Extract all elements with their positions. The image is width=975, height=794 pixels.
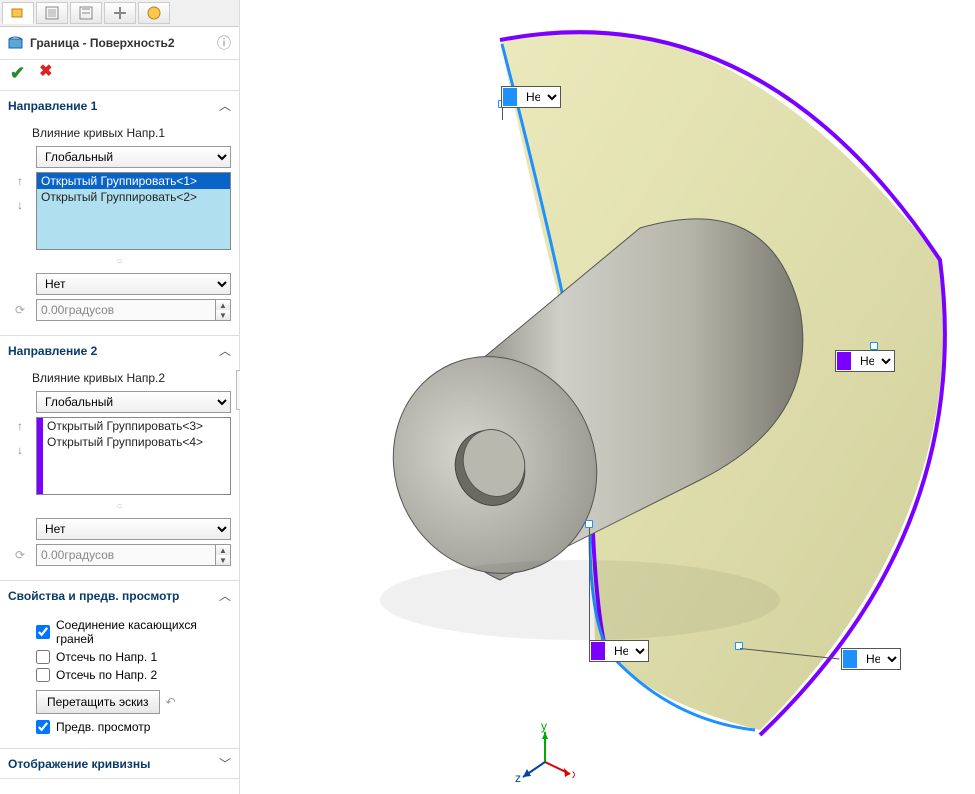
tab-3[interactable] (70, 2, 102, 24)
feature-tabs (0, 0, 239, 27)
section-direction1-header[interactable]: Направление 1 ︿ (0, 91, 239, 120)
callout-tangency-select[interactable]: Нет (518, 87, 560, 107)
dir2-tangency[interactable]: Нет (36, 518, 231, 540)
callout-tangency-select[interactable]: Нет (606, 641, 648, 661)
merge-tangent-checkbox[interactable] (36, 625, 50, 639)
preview-checkbox[interactable] (36, 720, 50, 734)
cancel-button[interactable]: ✖ (39, 64, 52, 82)
dir1-tangency[interactable]: Нет (36, 273, 231, 295)
dir2-move-up[interactable]: ↑ (11, 417, 29, 435)
dir1-angle-down[interactable]: ▼ (216, 310, 230, 320)
dir2-angle-down[interactable]: ▼ (216, 555, 230, 565)
tangency-callout[interactable]: Нет (835, 350, 895, 372)
feature-header: Граница - Поверхность2 ⓘ (0, 27, 239, 60)
dir1-move-down[interactable]: ↓ (11, 196, 29, 214)
dir1-angle-up[interactable]: ▲ (216, 300, 230, 310)
trim-dir1-label: Отсечь по Напр. 1 (56, 650, 157, 664)
tab-2[interactable] (36, 2, 68, 24)
dir1-influence-mode[interactable]: Глобальный (36, 146, 231, 168)
svg-text:x: x (572, 767, 575, 781)
tangency-callout[interactable]: Нет (589, 640, 649, 662)
list-item[interactable]: Открытый Группировать<4> (43, 434, 230, 450)
trim-dir2-label: Отсечь по Напр. 2 (56, 668, 157, 682)
boundary-surface-icon (8, 35, 24, 51)
list-item[interactable]: Открытый Группировать<1> (37, 173, 230, 189)
resize-dots[interactable]: ○ (8, 499, 231, 514)
section-options-header[interactable]: Свойства и предв. просмотр ︿ (0, 581, 239, 610)
list-item[interactable]: Открытый Группировать<2> (37, 189, 230, 205)
dir1-curves-list[interactable]: Открытый Группировать<1> Открытый Группи… (36, 172, 231, 250)
view-triad[interactable]: x y z (515, 722, 575, 782)
svg-text:y: y (541, 722, 547, 733)
tab-feature[interactable] (2, 2, 34, 24)
dir2-move-down[interactable]: ↓ (11, 441, 29, 459)
dir2-angle-up[interactable]: ▲ (216, 545, 230, 555)
resize-dots[interactable]: ○ (8, 254, 231, 269)
list-item[interactable]: Открытый Группировать<3> (43, 418, 230, 434)
angle-icon: ⟳ (11, 546, 29, 564)
section-direction2-header[interactable]: Направление 2 ︿ (0, 336, 239, 365)
tab-4[interactable] (104, 2, 136, 24)
angle-icon: ⟳ (11, 301, 29, 319)
tangency-callout[interactable]: Нет (841, 648, 901, 670)
merge-tangent-label: Соединение касающихся граней (56, 618, 216, 646)
dir1-curve-influence-label: Влияние кривых Напр.1 (32, 126, 231, 140)
svg-text:z: z (515, 771, 521, 782)
trim-dir1-checkbox[interactable] (36, 650, 50, 664)
tab-5[interactable] (138, 2, 170, 24)
drag-sketch-button[interactable]: Перетащить эскиз (36, 690, 160, 714)
leader-dot[interactable] (870, 342, 878, 350)
dir2-influence-mode[interactable]: Глобальный (36, 391, 231, 413)
help-icon[interactable]: ⓘ (217, 33, 231, 53)
graphics-viewport[interactable]: Нет Нет Нет Нет x y z (240, 0, 975, 794)
dir1-move-up[interactable]: ↑ (11, 172, 29, 190)
dir2-curve-influence-label: Влияние кривых Напр.2 (32, 371, 231, 385)
preview-label: Предв. просмотр (56, 720, 150, 734)
callout-color-swatch (503, 88, 517, 106)
dir2-curves-list[interactable]: Открытый Группировать<3> Открытый Группи… (36, 417, 231, 495)
dir2-angle-input (36, 544, 216, 566)
chevron-up-icon: ︿ (219, 587, 231, 604)
callout-color-swatch (591, 642, 605, 660)
selection-color-bar (37, 418, 43, 494)
dir1-angle-input (36, 299, 216, 321)
undo-icon[interactable]: ↶ (166, 695, 176, 709)
shadow (380, 560, 780, 640)
tangency-callout[interactable]: Нет (501, 86, 561, 108)
chevron-down-icon: ﹀ (219, 755, 231, 772)
feature-name: Граница - Поверхность2 (30, 36, 217, 50)
callout-tangency-select[interactable]: Нет (858, 649, 900, 669)
chevron-up-icon: ︿ (219, 342, 231, 359)
chevron-up-icon: ︿ (219, 97, 231, 114)
callout-color-swatch (843, 650, 857, 668)
leader-dot[interactable] (585, 520, 593, 528)
accept-button[interactable]: ✔ (10, 64, 25, 82)
trim-dir2-checkbox[interactable] (36, 668, 50, 682)
callout-color-swatch (837, 352, 851, 370)
callout-tangency-select[interactable]: Нет (852, 351, 894, 371)
section-curvature-header[interactable]: Отображение кривизны ﹀ (0, 749, 239, 778)
